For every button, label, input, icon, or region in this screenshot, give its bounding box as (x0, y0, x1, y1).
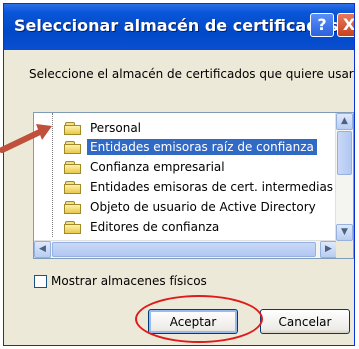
store-item-label: Entidades emisoras de cert. intermedias (90, 180, 334, 194)
store-item-trusted-publishers[interactable]: Editores de confianza (64, 218, 222, 236)
help-button[interactable]: ? (310, 13, 334, 37)
show-physical-stores-label: Mostrar almacenes físicos (51, 274, 207, 288)
scroll-down-button[interactable]: ▼ (336, 224, 353, 241)
store-item-label: Objeto de usuario de Active Directory (90, 200, 316, 214)
tree-connector-line (52, 113, 53, 237)
help-icon: ? (317, 15, 327, 34)
store-item-enterprise-trust[interactable]: Confianza empresarial (64, 158, 228, 176)
vertical-scroll-thumb[interactable] (337, 131, 352, 175)
store-item-label: Entidades emisoras raíz de confianza (87, 139, 317, 155)
store-item-label: Personal (90, 121, 142, 135)
show-physical-stores-checkbox[interactable] (34, 274, 47, 288)
horizontal-scroll-thumb[interactable] (52, 242, 316, 257)
scroll-up-button[interactable]: ▲ (336, 113, 353, 130)
title-bar[interactable]: Seleccionar almacén de certificados ? X (4, 4, 354, 50)
certificate-store-dialog: Seleccionar almacén de certificados ? X … (3, 3, 355, 346)
store-tree-list[interactable]: Personal Entidades emisoras raíz de conf… (33, 112, 354, 259)
accept-button[interactable]: Aceptar (148, 309, 238, 334)
store-item-label: Editores de confianza (90, 220, 220, 234)
folder-icon (64, 180, 82, 194)
store-item-personal[interactable]: Personal (64, 119, 144, 137)
instruction-text: Seleccione el almacén de certificados qu… (29, 67, 355, 81)
close-button[interactable]: X (337, 13, 355, 37)
folder-icon (64, 220, 82, 234)
store-item-active-directory[interactable]: Objeto de usuario de Active Directory (64, 198, 319, 216)
vertical-scrollbar[interactable]: ▲ ▼ (335, 113, 353, 241)
folder-icon (64, 160, 82, 174)
show-physical-stores-option[interactable]: Mostrar almacenes físicos (34, 274, 207, 288)
dialog-title: Seleccionar almacén de certificados (14, 16, 339, 35)
scrollbar-corner (336, 241, 353, 258)
store-item-label: Confianza empresarial (90, 160, 225, 174)
scroll-left-button[interactable]: ◀ (34, 241, 51, 258)
folder-icon (64, 121, 82, 135)
folder-icon (64, 200, 82, 214)
store-item-trusted-root[interactable]: Entidades emisoras raíz de confianza (64, 138, 317, 156)
cancel-button[interactable]: Cancelar (260, 309, 350, 334)
scroll-right-button[interactable]: ▶ (320, 241, 337, 258)
folder-icon (64, 140, 82, 154)
close-icon: X (342, 15, 355, 34)
store-item-intermediate-ca[interactable]: Entidades emisoras de cert. intermedias (64, 178, 336, 196)
horizontal-scrollbar[interactable]: ◀ ▶ (34, 240, 337, 258)
